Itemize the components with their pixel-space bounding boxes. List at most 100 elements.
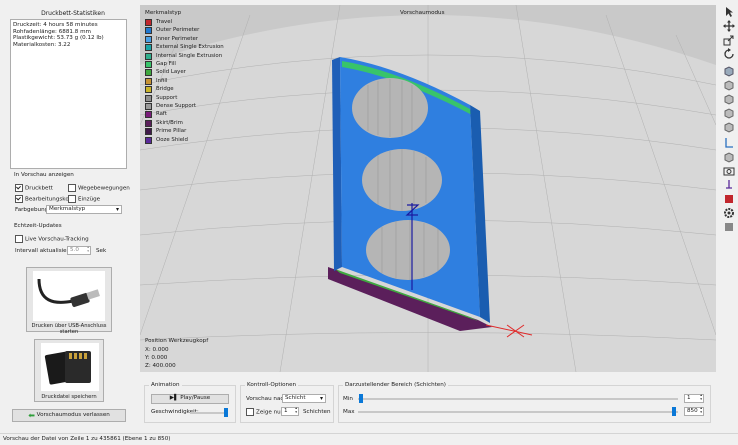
checkbox-label: Live Vorschau-Tracking [25, 236, 89, 243]
save-file-button[interactable]: Druckdatei speichern [34, 339, 104, 402]
legend-title: Merkmalstyp [145, 10, 182, 16]
max-slider-thumb[interactable] [672, 407, 676, 416]
color-scheme-select[interactable]: Merkmalstyp [46, 205, 122, 214]
checkbox-bearbeitungskopf[interactable]: Bearbeitungskopf [15, 195, 74, 203]
checkbox-box[interactable] [246, 408, 254, 416]
rotate-icon[interactable] [723, 48, 735, 60]
select-cursor-icon[interactable] [723, 6, 735, 18]
min-slider-thumb[interactable] [359, 394, 363, 403]
view-bottom-icon[interactable] [723, 151, 735, 163]
show-only-checkbox[interactable]: Zeige nur [246, 408, 283, 416]
min-slider-track[interactable] [358, 398, 678, 400]
legend-swatch [145, 119, 152, 127]
legend-label: Internal Single Extrusion [156, 52, 223, 59]
material-icon[interactable] [723, 193, 735, 205]
toolhead-position-title: Position Werkzeugkopf [145, 338, 209, 344]
control-options-group: Kontroll-Optionen [240, 382, 334, 423]
usb-print-label: Drucken über USB-Anschluss starten [31, 323, 107, 335]
control-options-title: Kontroll-Optionen [245, 382, 299, 388]
legend-label: Skirt/Brim [156, 119, 183, 126]
speed-slider-thumb[interactable] [224, 408, 228, 417]
legend-swatch [145, 61, 152, 68]
legend-label: Travel [156, 19, 173, 25]
legend-label: Prime Pillar [156, 128, 187, 135]
min-label: Min [343, 396, 353, 402]
checkbox-druckbett[interactable]: Druckbett [15, 184, 53, 192]
min-spinbox[interactable]: 1 [684, 394, 704, 403]
usb-print-button[interactable]: Drucken über USB-Anschluss starten [26, 267, 112, 335]
stats-line: Plastikgewicht: 53.73 g (0.12 lb) [13, 35, 104, 42]
legend-swatch [145, 77, 152, 85]
checkbox-box[interactable] [68, 184, 76, 192]
legend-swatch [145, 111, 152, 119]
max-slider-track[interactable] [358, 411, 678, 413]
leave-preview-button[interactable]: ⬅ Vorschaumodus verlassen [12, 409, 126, 422]
checkbox-box[interactable] [68, 195, 76, 203]
realtime-group-title: Echtzeit-Updates [14, 223, 62, 229]
stats-line: Rohfadenlänge: 6881.8 mm [13, 28, 91, 35]
color-scheme-value: Merkmalstyp [49, 206, 86, 212]
filament-icon[interactable] [723, 221, 735, 233]
speed-slider-track[interactable] [190, 412, 228, 414]
checkbox-wegebewegungen[interactable]: Wegebewegungen [68, 184, 130, 192]
settings-gear-icon[interactable] [723, 207, 735, 219]
stats-textbox[interactable]: Druckzeit: 4 hours 58 minutes Rohfadenlä… [10, 19, 127, 169]
preview-by-value: Schicht [285, 395, 306, 401]
legend-swatch [145, 94, 152, 102]
color-scheme-label: Farbgebung [15, 207, 49, 213]
play-pause-button[interactable]: ▶▌ Play/Pause [151, 394, 229, 404]
viewport-scene [140, 5, 716, 372]
stats-line: Materialkosten: 3.22 [13, 41, 71, 48]
stats-line: Druckzeit: 4 hours 58 minutes [13, 22, 98, 28]
interval-spinbox[interactable]: 5.0 [67, 246, 91, 255]
checkbox-box[interactable] [15, 235, 23, 243]
move-icon[interactable] [723, 20, 735, 32]
leave-preview-label: Vorschaumodus verlassen [36, 412, 110, 418]
layer-range-title: Darzustellender Bereich (Schichten) [343, 382, 448, 388]
view-top-icon[interactable] [723, 137, 735, 149]
back-arrow-icon: ⬅ [28, 411, 35, 420]
max-spinbox[interactable]: 850 [684, 407, 704, 416]
status-bar: Vorschau der Datei von Zeile 1 zu 435861… [0, 433, 738, 445]
position-x: X: 0.000 [145, 347, 169, 353]
legend-label: Solid Layer [156, 69, 186, 76]
show-only-spinbox[interactable]: 1 [281, 407, 299, 416]
preview-group-title: In Vorschau anzeigen [14, 172, 74, 178]
checkbox-label: Bearbeitungskopf [25, 196, 75, 203]
view-front-icon[interactable] [723, 79, 735, 91]
status-text: Vorschau der Datei von Zeile 1 zu 435861… [3, 436, 171, 442]
view-back-icon[interactable] [723, 93, 735, 105]
legend-label: External Single Extrusion [156, 44, 224, 51]
layers-label: Schichten [303, 409, 331, 415]
play-pause-icon: ▶▌ [169, 395, 179, 401]
legend-label: Gap Fill [156, 61, 176, 67]
3d-viewport[interactable]: Vorschaumodus Merkmalstyp Position Werkz… [140, 5, 716, 372]
live-tracking-checkbox[interactable]: Live Vorschau-Tracking [15, 235, 89, 243]
scale-icon[interactable] [723, 34, 735, 46]
show-only-label: Zeige nur [256, 409, 283, 416]
preview-by-select[interactable]: Schicht [282, 394, 326, 403]
checkbox-box[interactable] [15, 195, 23, 203]
view-right-icon[interactable] [723, 121, 735, 133]
checkbox-label: Wegebewegungen [78, 185, 130, 192]
nozzle-icon[interactable] [723, 179, 735, 191]
animation-group-title: Animation [149, 382, 182, 388]
checkbox-box[interactable] [15, 184, 23, 192]
show-only-value: 1 [284, 408, 288, 414]
sd-card-image [41, 343, 99, 391]
legend-swatch [145, 52, 152, 60]
legend-swatch [145, 103, 152, 110]
camera-icon[interactable] [723, 165, 735, 177]
view-iso-icon[interactable] [723, 65, 735, 77]
usb-cable-image [33, 271, 105, 321]
legend-swatch [145, 19, 152, 26]
legend-label: Raft [156, 111, 167, 118]
interval-value: 5.0 [70, 247, 79, 253]
checkbox-einzuege[interactable]: Einzüge [68, 195, 100, 203]
view-left-icon[interactable] [723, 107, 735, 119]
checkbox-label: Druckbett [25, 185, 53, 192]
legend-swatch [145, 27, 152, 35]
min-value: 1 [687, 395, 691, 401]
animation-group: Animation [144, 382, 236, 423]
max-label: Max [343, 409, 355, 415]
